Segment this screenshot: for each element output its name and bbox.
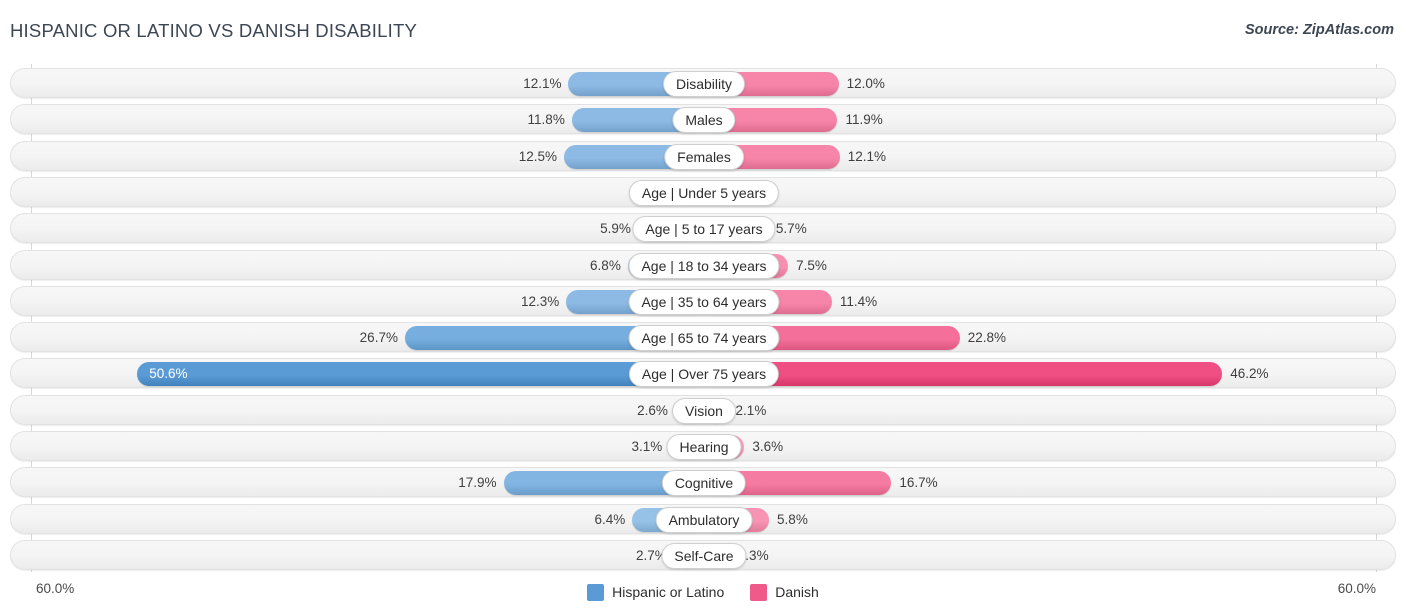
row-bars: 2.6% 2.1% Vision — [11, 396, 1397, 426]
table-row[interactable]: 6.8% 7.5% Age | 18 to 34 years — [10, 249, 1397, 281]
bar-danish[interactable] — [704, 362, 1223, 387]
legend-label: Hispanic or Latino — [612, 584, 725, 600]
value-label-danish: 7.5% — [796, 257, 827, 273]
row-category-label: Age | 18 to 34 years — [628, 252, 780, 279]
row-category-label: Cognitive — [661, 470, 747, 497]
row-category-label: Disability — [662, 71, 746, 97]
table-row[interactable]: 12.5% 12.1% Females — [10, 140, 1397, 172]
table-row[interactable]: 5.9% 5.7% Age | 5 to 17 years — [10, 213, 1397, 244]
value-label-danish: 11.9% — [845, 112, 883, 128]
value-label-hispanic-or-latino: 12.5% — [518, 148, 557, 164]
row-category-label: Age | 5 to 17 years — [632, 216, 776, 243]
row-category-label: Females — [664, 143, 744, 170]
table-row[interactable]: 1.3%1.5%Age | Under 5 years — [10, 176, 1397, 208]
table-row[interactable]: 12.3% 11.4% Age | 35 to 64 years — [10, 285, 1397, 317]
table-row[interactable]: 6.4% 5.8% Ambulatory — [10, 503, 1397, 535]
chart-header: HISPANIC OR LATINO VS DANISH DISABILITY … — [0, 0, 1406, 56]
row-category-label: Age | 65 to 74 years — [628, 325, 780, 352]
table-row[interactable]: 2.6% 2.1% Vision — [10, 394, 1397, 426]
value-label-hispanic-or-latino: 1.3% — [11, 178, 683, 208]
table-row[interactable]: 3.1% 3.6% Hearing — [10, 431, 1396, 461]
row-category-label: Vision — [672, 397, 736, 424]
row-bars: 12.3% 11.4% Age | 35 to 64 years — [11, 287, 1397, 317]
value-label-hispanic-or-latino: 12.3% — [520, 293, 560, 309]
row-bars: 1.3%1.5%Age | Under 5 years — [11, 178, 1397, 208]
row-bars: 50.6% 46.2% Age | Over 75 years — [11, 359, 1397, 389]
table-row[interactable]: 12.1% 12.0% Disability — [10, 68, 1396, 98]
value-label-danish: 16.7% — [899, 475, 938, 491]
table-row[interactable]: 50.6% 46.2% Age | Over 75 years — [10, 358, 1397, 389]
value-label-danish: 11.4% — [839, 293, 878, 309]
row-category-label: Hearing — [666, 434, 742, 460]
table-row[interactable]: 11.8% 11.9% Males — [10, 104, 1397, 135]
value-label-hispanic-or-latino: 11.8% — [527, 112, 565, 128]
row-bars: 26.7% 22.8% Age | 65 to 74 years — [11, 323, 1397, 353]
source-attribution: Source: ZipAtlas.com — [1244, 22, 1394, 38]
row-bars: 12.1% 12.0% Disability — [11, 69, 1397, 99]
chart-legend: Hispanic or Latino Danish — [0, 572, 1406, 612]
row-category-label: Age | 35 to 64 years — [628, 288, 780, 315]
legend-label: Danish — [775, 584, 819, 600]
row-category-label: Ambulatory — [655, 506, 753, 533]
legend-item[interactable]: Danish — [750, 583, 819, 601]
chart-footer: 60.0% 60.0% Hispanic or Latino Danish — [0, 572, 1406, 612]
row-category-label: Self-Care — [661, 542, 747, 569]
row-bars: 2.7% 2.3% Self-Care — [11, 541, 1397, 571]
table-row[interactable]: 2.7% 2.3% Self-Care — [10, 539, 1397, 571]
value-label-danish: 22.8% — [967, 330, 1007, 346]
value-label-danish: 5.8% — [777, 511, 808, 527]
value-label-hispanic-or-latino: 6.8% — [590, 257, 621, 273]
page-title: HISPANIC OR LATINO VS DANISH DISABILITY — [10, 20, 418, 41]
value-label-hispanic-or-latino: 5.9% — [600, 221, 631, 237]
value-label-danish: 2.1% — [735, 402, 767, 418]
value-label-danish: 46.2% — [1230, 366, 1269, 382]
chart-plot-area: 12.1% 12.0% Disability 11.8% 11.9% Males 12.5%… — [0, 64, 1406, 572]
value-label-hispanic-or-latino: 50.6% — [149, 366, 188, 382]
value-label-danish: 5.7% — [775, 221, 807, 237]
table-row[interactable]: 26.7% 22.8% Age | 65 to 74 years — [10, 322, 1397, 353]
legend-swatch-icon — [750, 583, 768, 601]
value-label-hispanic-or-latino: 2.6% — [637, 402, 668, 418]
row-bars: 12.5% 12.1% Females — [11, 142, 1397, 172]
row-bars: 6.4% 5.8% Ambulatory — [11, 505, 1397, 535]
legend-swatch-icon — [587, 583, 605, 601]
bar-hispanic-or-latino[interactable] — [137, 362, 704, 387]
row-category-label: Males — [672, 107, 736, 134]
row-category-label: Age | Under 5 years — [628, 179, 780, 206]
legend-item[interactable]: Hispanic or Latino — [587, 583, 725, 601]
value-label-hispanic-or-latino: 3.1% — [631, 439, 663, 454]
row-bars: 11.8% 11.9% Males — [11, 105, 1397, 135]
row-category-label: Age | Over 75 years — [628, 361, 780, 388]
value-label-danish: 3.6% — [752, 439, 784, 454]
row-bars: 6.8% 7.5% Age | 18 to 34 years — [11, 251, 1397, 281]
value-label-hispanic-or-latino: 12.1% — [523, 76, 562, 91]
value-label-danish: 12.1% — [847, 148, 886, 164]
value-label-hispanic-or-latino: 17.9% — [458, 475, 497, 491]
table-row[interactable]: 17.9% 16.7% Cognitive — [10, 467, 1397, 498]
row-bars: 5.9% 5.7% Age | 5 to 17 years — [11, 214, 1397, 244]
row-bars: 17.9% 16.7% Cognitive — [11, 468, 1397, 498]
row-bars: 3.1% 3.6% Hearing — [11, 432, 1397, 462]
value-label-hispanic-or-latino: 6.4% — [594, 511, 626, 527]
value-label-hispanic-or-latino: 26.7% — [359, 330, 398, 346]
value-label-danish: 12.0% — [846, 76, 885, 91]
value-label-hispanic-or-latino: 2.7% — [635, 547, 667, 563]
